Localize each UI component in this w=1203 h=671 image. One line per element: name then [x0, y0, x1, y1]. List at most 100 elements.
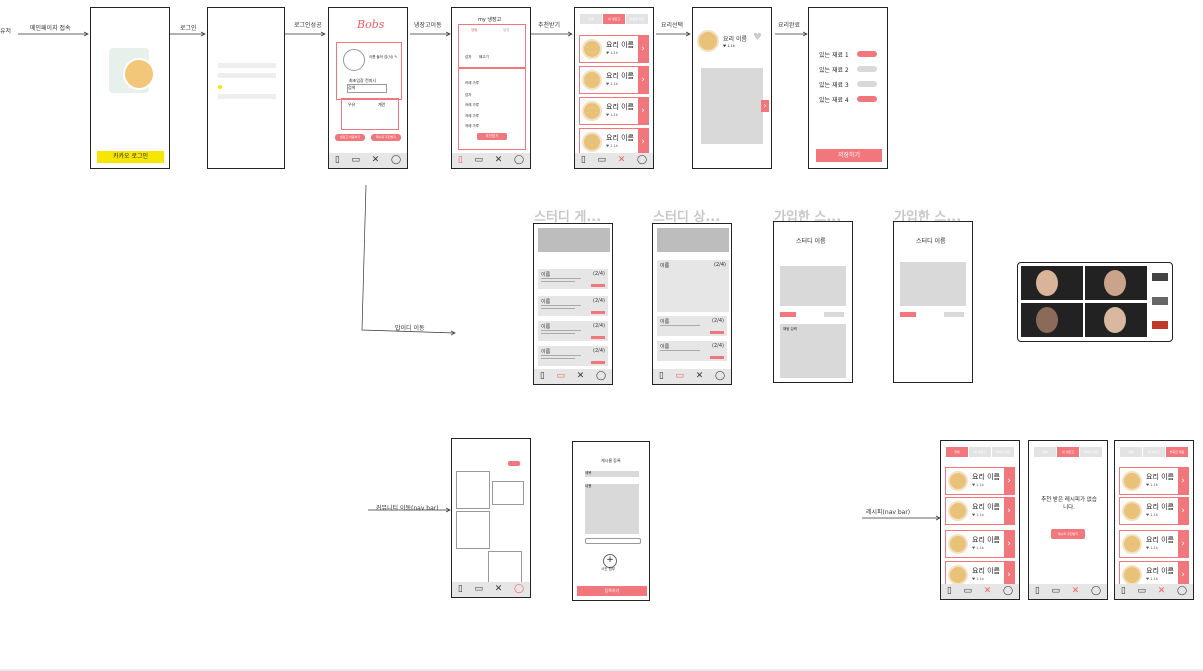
- tab-fridge[interactable]: 냉장: [503, 28, 509, 33]
- recipe-card[interactable]: 요리 이름 ♥ 1.1k ›: [579, 35, 649, 63]
- login-submit-button[interactable]: [218, 94, 276, 99]
- hangup-button[interactable]: [1152, 321, 1168, 329]
- list-item[interactable]: 카레 가루: [465, 124, 479, 129]
- ingredient-toggle[interactable]: [857, 81, 877, 87]
- post-card[interactable]: [492, 481, 524, 505]
- tab-freezer[interactable]: 냉동: [471, 28, 477, 33]
- ingredient-toggle[interactable]: [857, 96, 877, 102]
- utensils-icon[interactable]: ✕: [696, 372, 704, 381]
- tab-my-fridge[interactable]: 내 냉장고: [1143, 447, 1165, 457]
- chat-icon[interactable]: ◯: [1091, 587, 1101, 596]
- tab-all[interactable]: 전체: [1034, 447, 1056, 457]
- recipe-card[interactable]: 요리 이름 ♥ 1.1k ›: [945, 467, 1015, 495]
- tab-missing[interactable]: 부족한 재료: [1166, 447, 1188, 457]
- fridge-icon[interactable]: ▯: [659, 372, 664, 381]
- chat-icon[interactable]: ◯: [715, 372, 725, 381]
- mic-button[interactable]: [1152, 273, 1168, 281]
- write-button[interactable]: [508, 461, 520, 466]
- recipe-card[interactable]: 요리 이름 ♥ 1.1k ›: [1119, 530, 1189, 558]
- recipe-card[interactable]: 요리 이름 ♥ 1.1k ›: [945, 497, 1015, 525]
- ingredient-toggle[interactable]: [857, 66, 877, 72]
- step-label-login-success: 로그인성공: [294, 22, 322, 29]
- utensils-icon[interactable]: ✕: [577, 372, 585, 381]
- ingredient-toggle[interactable]: [857, 51, 877, 57]
- recipe-card[interactable]: 요리 이름 ♥ 1.1k ›: [1119, 497, 1189, 525]
- search-input[interactable]: 검색: [347, 84, 387, 93]
- fridge-icon[interactable]: ▯: [540, 372, 545, 381]
- chat-icon[interactable]: ◯: [1177, 587, 1187, 596]
- video-icon[interactable]: ▭: [475, 585, 484, 594]
- utensils-icon[interactable]: ✕: [1158, 587, 1166, 596]
- video-icon[interactable]: ▭: [1052, 587, 1061, 596]
- utensils-icon[interactable]: ✕: [618, 156, 626, 165]
- fridge-icon[interactable]: ▯: [947, 587, 952, 596]
- video-icon[interactable]: ▭: [1138, 587, 1147, 596]
- utensils-icon[interactable]: ✕: [495, 156, 503, 165]
- tab-my-fridge[interactable]: 내 냉장고: [969, 447, 991, 457]
- camera-button[interactable]: [1152, 297, 1168, 305]
- tab-all[interactable]: 전체: [1120, 447, 1142, 457]
- post-card[interactable]: [456, 511, 490, 549]
- tag-field[interactable]: [585, 538, 641, 544]
- tab-my-fridge[interactable]: 내 냉장고: [1057, 447, 1079, 457]
- recipe-card[interactable]: 요리 이름 ♥ 1.1k ›: [945, 530, 1015, 558]
- avatar: [343, 49, 365, 71]
- leave-button[interactable]: [944, 312, 964, 317]
- video-icon[interactable]: ▭: [676, 372, 685, 381]
- go-fridge-button[interactable]: 냉장고 이동하기: [335, 134, 365, 141]
- chat-icon[interactable]: ◯: [1003, 587, 1013, 596]
- utensils-icon[interactable]: ✕: [372, 156, 380, 165]
- utensils-icon[interactable]: ✕: [984, 587, 992, 596]
- list-item[interactable]: 카레 가루: [465, 114, 479, 119]
- tab-all[interactable]: 전체: [580, 14, 602, 24]
- save-button[interactable]: 저장하기: [816, 149, 882, 162]
- join-button[interactable]: [780, 312, 796, 317]
- chat-icon[interactable]: ◯: [637, 156, 647, 165]
- tab-all[interactable]: 전체: [946, 447, 968, 457]
- video-icon[interactable]: ▭: [598, 156, 607, 165]
- video-icon[interactable]: ▭: [557, 372, 566, 381]
- heart-icon[interactable]: ♥: [753, 32, 762, 43]
- fridge-icon[interactable]: ▯: [1121, 587, 1126, 596]
- join-button[interactable]: [900, 312, 916, 317]
- post-card[interactable]: [456, 471, 490, 509]
- utensils-icon[interactable]: ✕: [1072, 587, 1080, 596]
- login-pw-field[interactable]: [218, 73, 276, 78]
- tab-missing[interactable]: 부족한 재료: [992, 447, 1014, 457]
- kakao-login-button[interactable]: 카카오 로그인: [97, 151, 164, 163]
- body-field[interactable]: 내용: [585, 484, 639, 534]
- video-icon[interactable]: ▭: [964, 587, 973, 596]
- recommend-button[interactable]: 레시피 추천받기: [371, 134, 401, 141]
- next-arrow-button[interactable]: ›: [761, 100, 769, 112]
- title-field[interactable]: 제목: [585, 471, 639, 477]
- chat-icon[interactable]: ◯: [391, 156, 401, 165]
- tab-missing[interactable]: 부족한 재료: [626, 14, 648, 24]
- recommend-submit-button[interactable]: 추천받기: [477, 133, 507, 140]
- login-id-field[interactable]: [218, 63, 276, 68]
- video-icon[interactable]: ▭: [475, 156, 484, 165]
- chat-icon[interactable]: ◯: [596, 372, 606, 381]
- tab-missing[interactable]: 부족한 재료: [1080, 447, 1102, 457]
- fridge-icon[interactable]: ▯: [458, 585, 463, 594]
- fridge-icon[interactable]: ▯: [458, 156, 463, 165]
- list-item[interactable]: 카레 가루: [465, 103, 479, 108]
- list-item[interactable]: 감자: [465, 93, 471, 98]
- chat-icon[interactable]: ◯: [514, 156, 524, 165]
- chat-icon[interactable]: ◯: [514, 585, 524, 594]
- video-icon[interactable]: ▭: [352, 156, 361, 165]
- recipe-card[interactable]: 요리 이름 ♥ 1.1k ›: [579, 66, 649, 94]
- recipe-card[interactable]: 요리 이름 ♥ 1.1k ›: [1119, 467, 1189, 495]
- go-recommend-button[interactable]: 레시피 추천받기: [1051, 529, 1085, 539]
- list-item[interactable]: 카레 가루: [465, 81, 479, 86]
- submit-post-button[interactable]: 등록하기: [577, 586, 647, 596]
- recipe-card[interactable]: 요리 이름 ♥ 1.1k ›: [579, 97, 649, 125]
- tab-my-fridge[interactable]: 내 냉장고: [603, 14, 625, 24]
- fridge-icon[interactable]: ▯: [581, 156, 586, 165]
- utensils-icon[interactable]: ✕: [495, 585, 503, 594]
- recipe-card[interactable]: 요리 이름 ♥ 1.1k ›: [579, 128, 649, 156]
- fridge-icon[interactable]: ▯: [335, 156, 340, 165]
- post-card[interactable]: [488, 551, 522, 585]
- add-photo-icon[interactable]: +: [603, 554, 617, 568]
- leave-button[interactable]: [824, 312, 844, 317]
- fridge-icon[interactable]: ▯: [1035, 587, 1040, 596]
